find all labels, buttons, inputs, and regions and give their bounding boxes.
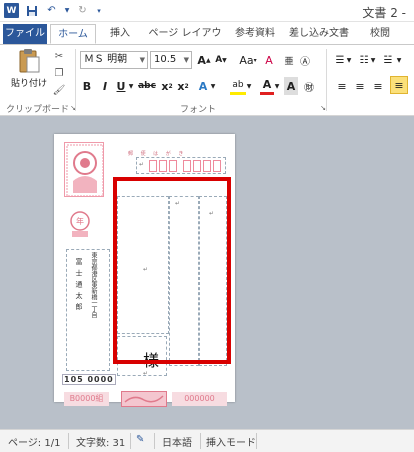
quick-access-toolbar: W ↶ ▼ ↻ ▾ [4,3,103,18]
clipboard-icon [18,48,40,74]
change-case-icon[interactable]: Aa ▾ [238,51,258,69]
character-shading-icon[interactable]: A [284,77,298,95]
clear-formatting-icon[interactable]: A [262,51,276,69]
status-separator [200,433,201,449]
insert-mode-indicator[interactable]: 挿入モード [206,434,256,449]
tab-insert[interactable]: 挿入 [102,24,138,44]
highlight-dropdown-icon[interactable]: ▼ [246,77,252,95]
italic-button[interactable]: I [98,77,112,95]
font-color-icon[interactable]: A [260,77,274,95]
ribbon-tabs: ファイル ホーム 挿入 ページ レイアウト 参考資料 差し込み文書 校閲 [0,22,414,59]
font-size-dropdown-icon[interactable]: ▼ [184,52,189,68]
paragraph-mark-icon: ↵ [143,370,149,377]
tab-mailings[interactable]: 差し込み文書 [284,24,354,44]
character-border-icon[interactable]: ㊖ [302,77,316,95]
shrink-font-icon[interactable]: A ▼ [214,51,228,69]
underline-button[interactable]: U [114,77,128,95]
zip-digit-box [213,160,221,172]
group-separator [326,49,327,111]
tab-file[interactable]: ファイル [3,24,47,44]
postcard-header: 郵 便 は が き [128,151,187,157]
numbering-dropdown-icon[interactable]: ▼ [370,51,376,69]
clipboard-launcher-icon[interactable]: ↘ [66,101,80,115]
word-app-icon[interactable]: W [4,3,19,18]
multilevel-dropdown-icon[interactable]: ▼ [396,51,402,69]
bold-button[interactable]: B [80,77,94,95]
redo-icon[interactable]: ↻ [75,3,90,18]
sender-name[interactable]: 富 士 通 太 郎 [74,258,83,311]
copy-icon[interactable]: ❐ [52,66,66,80]
grow-font-icon[interactable]: A ▲ [196,51,212,69]
zip-digit-box [183,160,191,172]
status-separator [154,433,155,449]
format-painter-icon[interactable]: 🖌 [52,83,66,97]
justify-icon[interactable]: ≡ [390,76,408,94]
clipboard-group-label: クリップボード [6,105,70,115]
tab-page-layout[interactable]: ページ レイアウト [144,24,226,59]
text-effects-icon[interactable]: A [196,77,210,95]
align-center-icon[interactable]: ≡ [352,77,368,95]
year-seal-image: 年 [68,209,92,239]
bullets-dropdown-icon[interactable]: ▼ [346,51,352,69]
status-separator [68,433,69,449]
zip-digit-box [193,160,201,172]
zip-digit-box [149,160,157,172]
text-effects-dropdown-icon[interactable]: ▼ [210,77,216,95]
highlight-rectangle [113,177,231,364]
font-name-value: ＭＳ 明朝 [84,54,128,65]
multilevel-list-icon[interactable]: ☱ [380,51,396,69]
subscript-button[interactable]: x2 [160,77,174,95]
underline-dropdown-icon[interactable]: ▼ [128,77,134,95]
stamp-image [64,142,104,197]
strikethrough-button[interactable]: abc [138,77,156,95]
tab-references[interactable]: 参考資料 [230,24,280,44]
language-indicator[interactable]: 日本語 [162,434,192,449]
zip-digit-box [203,160,211,172]
zip-digit-box [169,160,177,172]
tab-review[interactable]: 校閲 [362,24,398,44]
undo-icon[interactable]: ↶ [44,3,59,18]
align-right-icon[interactable]: ≡ [370,77,386,95]
ribbon-home: 貼り付け ✂ ❐ 🖌 クリップボード ↘ ＭＳ 明朝 ▼ 10.5 ▼ A ▲ A… [0,44,414,116]
zip-digit-box [159,160,167,172]
status-bar: ページ: 1/1 文字数: 31 ✎ 日本語 挿入モード [0,429,414,452]
align-left-icon[interactable]: ≡ [334,77,350,95]
svg-text:年: 年 [76,216,84,226]
superscript-button[interactable]: x2 [176,77,190,95]
font-size-combo[interactable]: 10.5 ▼ [150,51,192,69]
lottery-serial-number: 000000 [172,392,227,406]
tab-home[interactable]: ホーム [50,24,96,44]
word-count[interactable]: 文字数: 31 [76,434,125,449]
lottery-stamp-image [121,391,167,407]
save-icon[interactable] [24,3,39,18]
group-separator [75,49,76,111]
sender-address[interactable]: 東京都港区東新橋一丁目 [90,252,97,318]
document-title: 文書 2 - [362,6,406,20]
lottery-group-number: B0000組 [64,392,109,406]
enclose-character-icon[interactable]: Ⓐ [298,51,312,69]
font-name-combo[interactable]: ＭＳ 明朝 ▼ [80,51,148,69]
paste-label: 貼り付け [10,79,47,89]
font-name-dropdown-icon[interactable]: ▼ [140,52,145,68]
proofing-icon[interactable]: ✎ [136,434,144,445]
title-bar: W ↶ ▼ ↻ ▾ 文書 2 - [0,0,414,22]
paragraph-mark-icon: ↵ [139,161,145,168]
font-group-label: フォント [180,105,217,115]
qat-customize-icon[interactable]: ▾ [95,3,103,18]
destination-zip-area[interactable]: ↵ [136,157,226,174]
font-launcher-icon[interactable]: ↘ [316,101,330,115]
sender-zip[interactable]: 105 0000 [62,374,116,385]
undo-dropdown-icon[interactable]: ▼ [64,3,70,18]
phonetic-guide-icon[interactable]: 亜 [282,51,296,69]
paste-button[interactable]: 貼り付け [8,48,50,98]
font-size-value: 10.5 [154,54,177,65]
status-separator [256,433,257,449]
cut-icon[interactable]: ✂ [52,49,66,63]
sender-address-area[interactable] [66,249,110,371]
status-separator [130,433,131,449]
highlight-color-icon[interactable]: ab [230,77,246,95]
font-color-dropdown-icon[interactable]: ▼ [274,77,280,95]
page-count[interactable]: ページ: 1/1 [8,434,60,449]
